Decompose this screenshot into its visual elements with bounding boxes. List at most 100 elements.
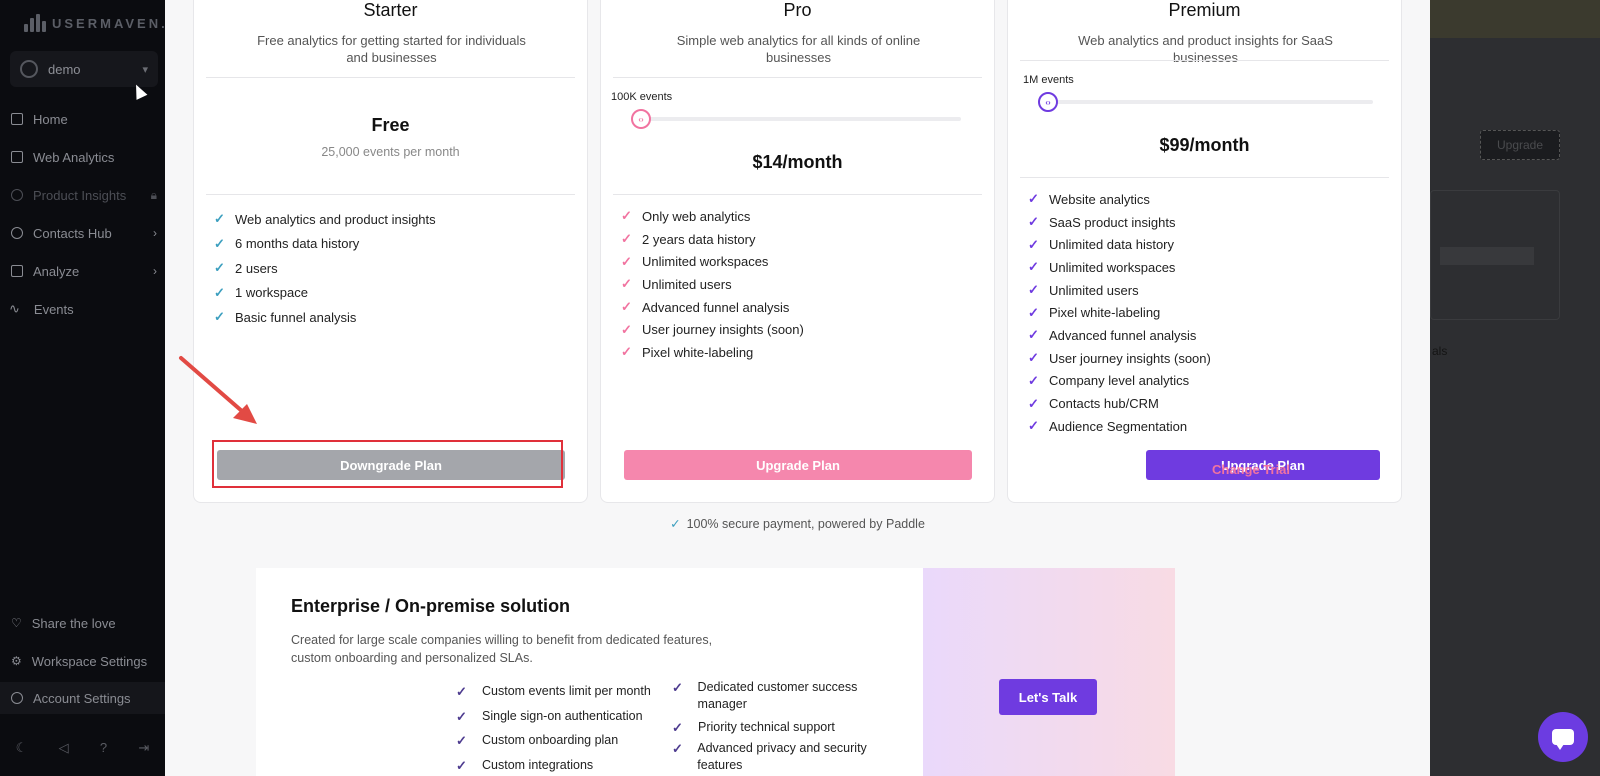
sidebar-item-contacts-hub[interactable]: Contacts Hub › <box>0 217 165 249</box>
megaphone-icon[interactable]: ◁ <box>59 740 69 756</box>
sidebar-item-product-insights[interactable]: Product Insights 🔒︎ <box>0 179 165 211</box>
feature-label: Website analytics <box>1049 191 1150 207</box>
sidebar-item-label: Share the love <box>31 615 116 631</box>
feature-label: User journey insights (soon) <box>1049 350 1211 366</box>
feature-label: Unlimited users <box>642 276 732 292</box>
feature-label: Company level analytics <box>1049 373 1190 389</box>
workspace-selector[interactable]: demo ▾ <box>10 51 158 87</box>
chevron-right-icon: › <box>153 226 157 240</box>
feature-item: ✓ Basic funnel analysis <box>214 305 436 330</box>
feature-label: Advanced privacy and security features <box>697 741 867 772</box>
sidebar-item-share-the-love[interactable]: ♡ Share the love <box>0 607 165 639</box>
feature-item: ✓ Contacts hub/CRM <box>1028 392 1211 415</box>
feature-item: ✓ Single sign-on authentication <box>456 708 651 733</box>
plan-card-pro: Pro Simple web analytics for all kinds o… <box>600 0 995 503</box>
sidebar-item-label: Home <box>33 111 68 127</box>
logout-icon[interactable]: ⇥ <box>138 740 149 756</box>
feature-label: Only web analytics <box>642 208 751 224</box>
feature-label: Custom integrations <box>482 758 594 773</box>
feature-list: ✓ Web analytics and product insights ✓ 6 m… <box>214 207 436 330</box>
feature-label: Custom events limit per month <box>482 684 651 698</box>
feature-item: ✓ Unlimited data history <box>1028 233 1211 256</box>
sidebar-footer-icons: ☾ ◁ ? ⇥ <box>0 740 165 756</box>
sidebar-item-home[interactable]: Home <box>0 103 165 135</box>
sidebar-item-account-settings[interactable]: Account Settings <box>0 682 165 714</box>
moon-icon[interactable]: ☾ <box>16 740 28 756</box>
feature-item: ✓ Only web analytics <box>621 205 804 228</box>
sidebar-item-events[interactable]: ∿ Events <box>0 293 165 325</box>
enterprise-cta-panel <box>923 568 1175 776</box>
sidebar: USERMAVEN. demo ▾ Home Web Analytics Pro… <box>0 0 165 776</box>
feature-item: ✓ Unlimited workspaces <box>621 250 804 273</box>
check-icon: ✓ <box>621 208 632 224</box>
workspace-name: demo <box>48 61 81 77</box>
events-slider-track[interactable] <box>1038 100 1373 104</box>
check-icon: ✓ <box>214 211 225 227</box>
feature-item: ✓ Custom events limit per month <box>456 683 651 708</box>
lets-talk-button[interactable]: Let's Talk <box>999 679 1097 715</box>
change-trial-link[interactable]: Change Trial <box>1212 462 1290 477</box>
sidebar-item-web-analytics[interactable]: Web Analytics <box>0 141 165 173</box>
feature-item: ✓ 6 months data history <box>214 232 436 257</box>
plan-description: Simple web analytics for all kinds of on… <box>676 33 921 65</box>
user-settings-icon <box>11 692 23 704</box>
workspace-icon <box>20 60 38 78</box>
feature-item: ✓ Website analytics <box>1028 188 1211 211</box>
browser-icon <box>11 151 23 163</box>
check-icon: ✓ <box>621 231 632 247</box>
feature-label: 2 users <box>235 260 278 276</box>
logo-bars-icon <box>24 14 46 32</box>
feature-label: 2 years data history <box>642 231 756 247</box>
upgrade-plan-button-pro[interactable]: Upgrade Plan <box>624 450 972 480</box>
backdrop-bar <box>1440 247 1534 265</box>
check-icon: ✓ <box>672 720 683 735</box>
feature-label: Unlimited workspaces <box>1049 259 1176 275</box>
feature-label: SaaS product insights <box>1049 214 1176 230</box>
feature-label: Contacts hub/CRM <box>1049 396 1159 412</box>
chat-bubble-icon <box>1552 729 1574 750</box>
brand-logo[interactable]: USERMAVEN. <box>24 14 168 32</box>
feature-label: Advanced funnel analysis <box>642 299 790 315</box>
events-slider-label: 1M events <box>1023 74 1074 86</box>
feature-label: 6 months data history <box>235 236 360 252</box>
sidebar-item-label: Web Analytics <box>33 149 115 165</box>
pulse-icon: ∿ <box>9 301 20 316</box>
home-icon <box>11 113 23 125</box>
events-slider-handle[interactable]: ‹› <box>1038 92 1058 112</box>
sidebar-item-analyze[interactable]: Analyze › <box>0 255 165 287</box>
page-backdrop <box>1430 0 1600 776</box>
feature-item: ✓ Advanced funnel analysis <box>621 296 804 319</box>
check-icon: ✓ <box>456 684 467 699</box>
feature-item: ✓ Dedicated customer success manager <box>672 679 902 719</box>
feature-item: ✓ Advanced funnel analysis <box>1028 324 1211 347</box>
plan-price: Free <box>371 115 410 135</box>
check-icon: ✓ <box>1028 327 1039 343</box>
chart-icon <box>11 265 23 277</box>
brand-name: USERMAVEN. <box>52 15 168 31</box>
sidebar-item-label: Product Insights <box>33 187 127 203</box>
plan-price: $14/month <box>752 152 843 172</box>
feature-item: ✓ Advanced privacy and security features <box>672 740 902 776</box>
plan-card-premium: Premium Web analytics and product insigh… <box>1007 0 1402 503</box>
plan-price-subtitle: 25,000 events per month <box>321 145 460 159</box>
plan-price: $99/month <box>1159 135 1250 155</box>
divider <box>613 194 982 195</box>
enterprise-description: Created for large scale companies willin… <box>291 633 713 665</box>
chat-widget-button[interactable] <box>1538 712 1588 762</box>
sidebar-item-label: Workspace Settings <box>31 653 148 669</box>
check-icon: ✓ <box>456 733 467 749</box>
enterprise-feature-list-right: ✓ Dedicated customer success manager ✓ Pri… <box>672 679 902 776</box>
help-icon[interactable]: ? <box>100 740 107 756</box>
gear-icon: ⚙ <box>11 654 22 668</box>
feature-item: ✓ SaaS product insights <box>1028 211 1211 234</box>
check-icon: ✓ <box>1028 214 1039 230</box>
feature-label: Audience Segmentation <box>1049 418 1188 434</box>
sidebar-item-label: Account Settings <box>33 690 131 706</box>
feature-label: Web analytics and product insights <box>235 211 436 227</box>
check-icon: ✓ <box>670 517 681 531</box>
events-slider-handle[interactable]: ‹› <box>631 109 651 129</box>
events-slider-track[interactable] <box>631 117 961 121</box>
feature-item: ✓ Unlimited users <box>1028 279 1211 302</box>
sidebar-item-workspace-settings[interactable]: ⚙ Workspace Settings <box>0 645 165 677</box>
feature-label: Unlimited workspaces <box>642 254 769 270</box>
